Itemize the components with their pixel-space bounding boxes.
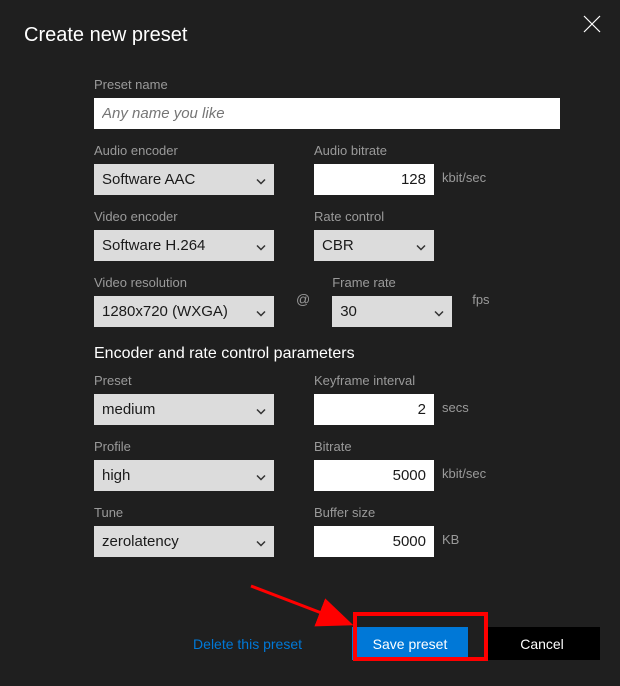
rate-control-select[interactable]: CBR xyxy=(314,230,434,261)
video-encoder-value: Software H.264 xyxy=(102,237,205,254)
save-preset-button[interactable]: Save preset xyxy=(352,627,468,660)
audio-encoder-label: Audio encoder xyxy=(94,143,274,158)
buffer-label: Buffer size xyxy=(314,505,459,520)
video-encoder-label: Video encoder xyxy=(94,209,274,224)
video-resolution-label: Video resolution xyxy=(94,275,274,290)
chevron-down-icon xyxy=(416,237,426,254)
preset-value: medium xyxy=(102,401,155,418)
section-heading: Encoder and rate control parameters xyxy=(94,345,560,363)
video-resolution-value: 1280x720 (WXGA) xyxy=(102,303,228,320)
frame-rate-select[interactable]: 30 xyxy=(332,296,452,327)
tune-value: zerolatency xyxy=(102,533,179,550)
audio-encoder-select[interactable]: Software AAC xyxy=(94,164,274,195)
frame-rate-value: 30 xyxy=(340,303,357,320)
frame-rate-label: Frame rate xyxy=(332,275,452,290)
chevron-down-icon xyxy=(256,237,266,254)
chevron-down-icon xyxy=(256,467,266,484)
keyframe-input[interactable] xyxy=(314,394,434,425)
preset-name-input[interactable] xyxy=(94,98,560,129)
chevron-down-icon xyxy=(256,401,266,418)
rate-control-value: CBR xyxy=(322,237,354,254)
preset-name-label: Preset name xyxy=(94,77,560,92)
audio-bitrate-label: Audio bitrate xyxy=(314,143,486,158)
audio-encoder-value: Software AAC xyxy=(102,171,195,188)
chevron-down-icon xyxy=(256,533,266,550)
chevron-down-icon xyxy=(256,303,266,320)
buffer-unit: KB xyxy=(442,532,459,551)
tune-label: Tune xyxy=(94,505,274,520)
bitrate-input[interactable] xyxy=(314,460,434,491)
chevron-down-icon xyxy=(434,303,444,320)
dialog-footer: Delete this preset Save preset Cancel xyxy=(193,627,600,660)
preset-label: Preset xyxy=(94,373,274,388)
profile-select[interactable]: high xyxy=(94,460,274,491)
keyframe-label: Keyframe interval xyxy=(314,373,469,388)
audio-bitrate-unit: kbit/sec xyxy=(442,170,486,189)
buffer-input[interactable] xyxy=(314,526,434,557)
tune-select[interactable]: zerolatency xyxy=(94,526,274,557)
close-button[interactable] xyxy=(582,14,602,34)
delete-preset-link[interactable]: Delete this preset xyxy=(193,636,302,652)
at-symbol: @ xyxy=(294,291,312,311)
video-resolution-select[interactable]: 1280x720 (WXGA) xyxy=(94,296,274,327)
chevron-down-icon xyxy=(256,171,266,188)
rate-control-label: Rate control xyxy=(314,209,434,224)
video-encoder-select[interactable]: Software H.264 xyxy=(94,230,274,261)
frame-rate-unit: fps xyxy=(472,292,489,311)
bitrate-label: Bitrate xyxy=(314,439,486,454)
audio-bitrate-input[interactable] xyxy=(314,164,434,195)
cancel-button[interactable]: Cancel xyxy=(484,627,600,660)
profile-value: high xyxy=(102,467,130,484)
keyframe-unit: secs xyxy=(442,400,469,419)
bitrate-unit: kbit/sec xyxy=(442,466,486,485)
profile-label: Profile xyxy=(94,439,274,454)
preset-form: Preset name Audio encoder Software AAC A… xyxy=(0,47,620,557)
preset-select[interactable]: medium xyxy=(94,394,274,425)
dialog-title: Create new preset xyxy=(0,0,620,47)
